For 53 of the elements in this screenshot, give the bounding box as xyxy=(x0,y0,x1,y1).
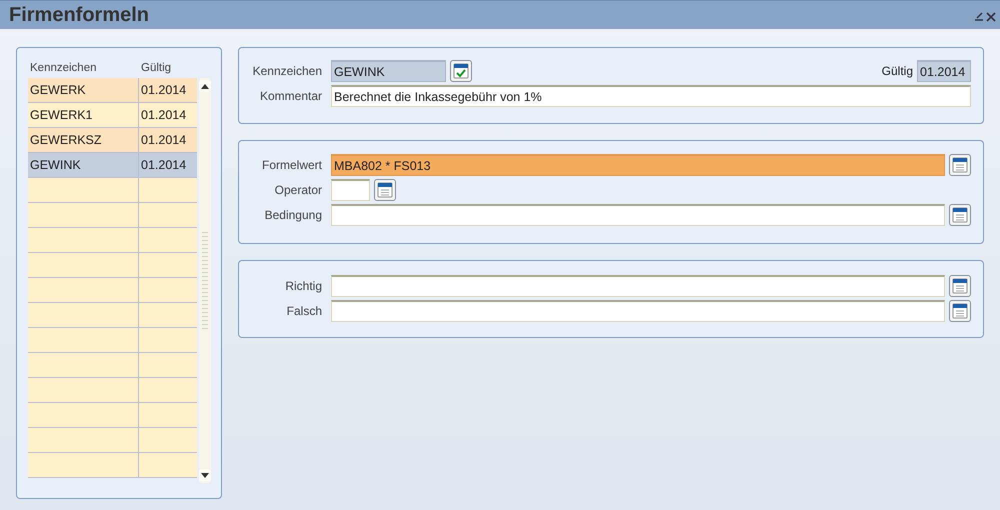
input-field[interactable] xyxy=(331,275,945,297)
list-row[interactable]: GEWERKSZ 01.2014 xyxy=(28,128,197,153)
list-button[interactable] xyxy=(949,154,971,176)
field-label: Kennzeichen xyxy=(252,64,323,78)
notepad-icon xyxy=(952,157,968,173)
close-button[interactable] xyxy=(986,10,996,20)
list-button[interactable] xyxy=(949,204,971,226)
list-button[interactable] xyxy=(374,179,396,201)
close-icon xyxy=(986,12,996,22)
input-field[interactable]: MBA802 * FS013 xyxy=(331,154,945,176)
window-title: Firmenformeln xyxy=(9,4,150,26)
notepad-icon xyxy=(952,278,968,294)
field-label: Formelwert xyxy=(260,158,323,172)
input-field[interactable] xyxy=(331,300,945,322)
list-button[interactable] xyxy=(949,275,971,297)
table-cell-text: 01.2014 xyxy=(140,82,188,99)
field-label: Kommentar xyxy=(258,89,323,103)
field-label: Gültig xyxy=(882,64,913,78)
list-row[interactable]: GEWINK 01.2014 xyxy=(28,153,197,178)
table-cell: GEWERK xyxy=(28,78,139,102)
table-cell-text: 01.2014 xyxy=(140,107,188,124)
field-label: Richtig xyxy=(284,279,323,293)
list-row[interactable]: GEWERK 01.2014 xyxy=(28,78,197,103)
field-label: Operator xyxy=(274,183,323,197)
table-cell-text: 01.2014 xyxy=(140,132,188,149)
notepad-icon xyxy=(952,207,968,223)
scroll-up-button[interactable] xyxy=(199,80,211,92)
check-icon xyxy=(453,63,469,79)
input-field[interactable] xyxy=(331,179,370,201)
table-cell: GEWERK1 xyxy=(28,103,139,127)
notepad-icon xyxy=(952,303,968,319)
notepad-icon xyxy=(377,182,393,198)
input-field[interactable] xyxy=(331,204,945,226)
field-label: Bedingung xyxy=(264,208,323,222)
column-header: Gültig xyxy=(140,62,172,74)
check-button[interactable] xyxy=(450,60,472,82)
table-cell-text: 01.2014 xyxy=(140,157,188,174)
column-header: Kennzeichen xyxy=(29,62,98,74)
minimize-button[interactable] xyxy=(974,10,984,20)
scrollbar[interactable] xyxy=(199,78,211,483)
table-cell: GEWERKSZ xyxy=(28,128,139,152)
field-label: Falsch xyxy=(286,304,323,318)
list-button[interactable] xyxy=(949,300,971,322)
scroll-down-button[interactable] xyxy=(199,469,211,481)
up-arrow-icon xyxy=(201,84,209,88)
down-arrow-icon xyxy=(201,472,209,478)
input-field[interactable]: 01.2014 xyxy=(917,60,971,82)
input-field[interactable]: GEWINK xyxy=(331,60,446,82)
input-field[interactable]: Berechnet die Inkassegebühr von 1% xyxy=(331,85,971,107)
minimize-icon xyxy=(974,12,984,22)
list-row[interactable]: GEWERK1 01.2014 xyxy=(28,103,197,128)
scrollbar-grip[interactable] xyxy=(202,232,208,330)
table-cell: GEWINK xyxy=(28,153,139,177)
